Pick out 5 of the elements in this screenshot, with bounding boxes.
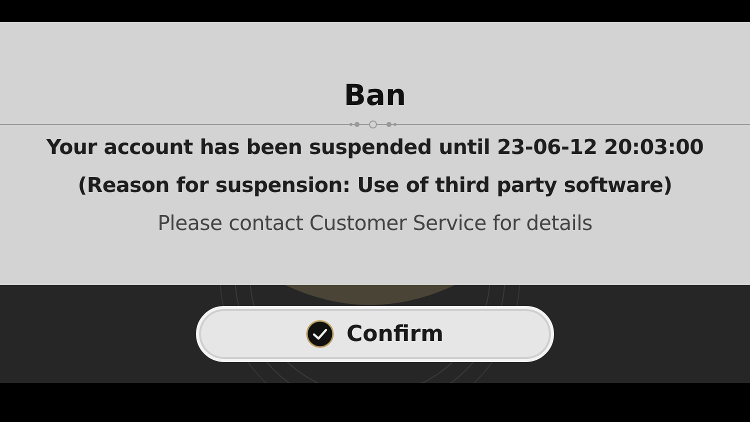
checkmark-icon (306, 320, 334, 348)
dialog-title: Ban (344, 78, 406, 112)
contact-note: Please contact Customer Service for details (158, 210, 592, 237)
suspension-message: Your account has been suspended until 23-06-12 20:03:00 (Reason for suspension: Use of third party software) (45, 134, 705, 199)
confirm-button[interactable]: Confirm (196, 306, 554, 362)
